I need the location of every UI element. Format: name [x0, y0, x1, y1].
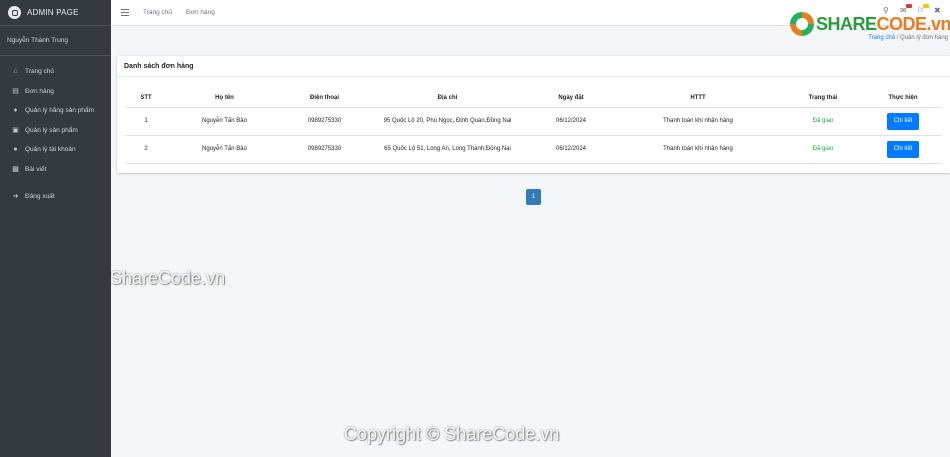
- top-link-home[interactable]: Trang chủ: [143, 9, 172, 16]
- cell-phone: 0989275330: [282, 135, 367, 164]
- cell-phone: 0989275330: [282, 107, 367, 136]
- table-header-row: STT Họ tên Điện thoại Địa chỉ Ngày đặt H…: [125, 89, 942, 108]
- cell-name: Nguyễn Tấn Bảo: [167, 135, 282, 164]
- brand-logo-icon: [8, 6, 21, 19]
- users-icon: ●: [13, 146, 18, 154]
- cell-stt: 1: [125, 107, 167, 136]
- table-row: 1 Nguyễn Tấn Bảo 0989275330 95 Quốc Lộ 2…: [125, 107, 942, 136]
- tag-icon: ♦: [13, 107, 18, 115]
- sidebar-item-label: Trang chủ: [25, 68, 55, 76]
- home-icon: ⌂: [13, 68, 18, 76]
- breadcrumb-separator: /: [896, 35, 899, 41]
- cell-stt: 2: [125, 135, 167, 164]
- sidebar-item-label: Đăng xuất: [25, 193, 55, 201]
- cell-date: 06/12/2024: [528, 135, 614, 164]
- user-panel[interactable]: Nguyễn Thành Trung: [0, 26, 111, 56]
- notification-badge: [906, 4, 912, 8]
- cell-address: 95 Quốc Lộ 20, Phú Ngọc, Định Quán,Đồng …: [367, 107, 528, 136]
- sidebar-item-accounts[interactable]: ● Quản lý tài khoản: [0, 140, 111, 160]
- sidebar-item-orders[interactable]: ▤ Đơn hàng: [0, 82, 111, 102]
- cell-payment: Thanh toán khi nhận hàng: [614, 107, 782, 136]
- watermark-center: ShareCode.vn: [110, 268, 226, 288]
- column-header: Địa chỉ: [367, 89, 528, 108]
- breadcrumb-current: Quản lý đơn hàng: [900, 35, 948, 41]
- sidebar-item-label: Quản lý sản phẩm: [25, 126, 78, 134]
- column-header: STT: [125, 89, 167, 108]
- cell-address: 65 Quốc Lộ 51, Long An, Long Thành,Đồng …: [367, 135, 528, 164]
- detail-button[interactable]: Chi tiết: [887, 140, 919, 158]
- column-header: Thực hiện: [864, 89, 942, 108]
- sidebar-item-products[interactable]: ▣ Quản lý sản phẩm: [0, 121, 111, 141]
- alert-badge: [923, 4, 929, 8]
- detail-button[interactable]: Chi tiết: [887, 112, 919, 130]
- sidebar: ADMIN PAGE Nguyễn Thành Trung ⌂ Trang ch…: [0, 0, 111, 457]
- status-text: Đã giao: [782, 135, 864, 164]
- brand-link[interactable]: ADMIN PAGE: [0, 0, 111, 26]
- breadcrumb: Trang chủ / Quản lý đơn hàng: [868, 35, 948, 41]
- article-icon: ▩: [12, 165, 19, 173]
- menu-toggle-icon[interactable]: [121, 9, 129, 16]
- pagination-page-1[interactable]: 1: [526, 189, 541, 205]
- status-text: Đã giao: [782, 107, 864, 136]
- column-header: Điện thoại: [282, 89, 367, 108]
- brand-title: ADMIN PAGE: [27, 8, 79, 17]
- cell-date: 06/12/2024: [528, 107, 614, 136]
- sidebar-item-articles[interactable]: ▩ Bài viết: [0, 160, 111, 180]
- breadcrumb-home[interactable]: Trang chủ: [868, 35, 895, 41]
- receipt-icon: ▤: [12, 87, 19, 95]
- column-header: Họ tên: [167, 89, 282, 108]
- sharecode-logo-text: SHARECODE.vn: [816, 13, 950, 34]
- logout-icon: ➜: [12, 193, 19, 201]
- column-header: Trạng thái: [782, 89, 864, 108]
- sidebar-item-label: Đơn hàng: [25, 87, 54, 95]
- column-header: Ngày đặt: [528, 89, 614, 108]
- orders-card: Danh sách đơn hàng STT Họ tên Điện thoại…: [117, 56, 950, 173]
- cell-name: Nguyễn Tấn Bảo: [167, 107, 282, 136]
- sharecode-logo: SHARECODE.vn: [790, 12, 950, 36]
- sidebar-item-label: Quản lý hãng sản phẩm: [25, 107, 95, 115]
- user-name[interactable]: Nguyễn Thành Trung: [7, 37, 68, 44]
- sidebar-nav: ⌂ Trang chủ ▤ Đơn hàng ♦ Quản lý hãng sả…: [0, 56, 111, 207]
- table-row: 2 Nguyễn Tấn Bảo 0989275330 65 Quốc Lộ 5…: [125, 135, 942, 164]
- watermark-copyright: Copyright © ShareCode.vn: [344, 424, 560, 444]
- orders-table: STT Họ tên Điện thoại Địa chỉ Ngày đặt H…: [125, 89, 942, 164]
- sidebar-item-label: Quản lý tài khoản: [25, 146, 76, 154]
- card-title: Danh sách đơn hàng: [117, 56, 950, 77]
- sidebar-item-brands[interactable]: ♦ Quản lý hãng sản phẩm: [0, 101, 111, 121]
- column-header: HTTT: [614, 89, 782, 108]
- sharecode-logo-icon: [790, 12, 814, 36]
- sidebar-item-logout[interactable]: ➜ Đăng xuất: [0, 187, 111, 207]
- box-icon: ▣: [12, 126, 19, 134]
- cell-action: Chi tiết: [864, 135, 942, 164]
- cell-action: Chi tiết: [864, 107, 942, 136]
- sidebar-item-home[interactable]: ⌂ Trang chủ: [0, 62, 111, 82]
- sidebar-item-label: Bài viết: [25, 165, 47, 173]
- cell-payment: Thanh toán khi nhận hàng: [614, 135, 782, 164]
- top-link-orders[interactable]: Đơn hàng: [186, 9, 215, 16]
